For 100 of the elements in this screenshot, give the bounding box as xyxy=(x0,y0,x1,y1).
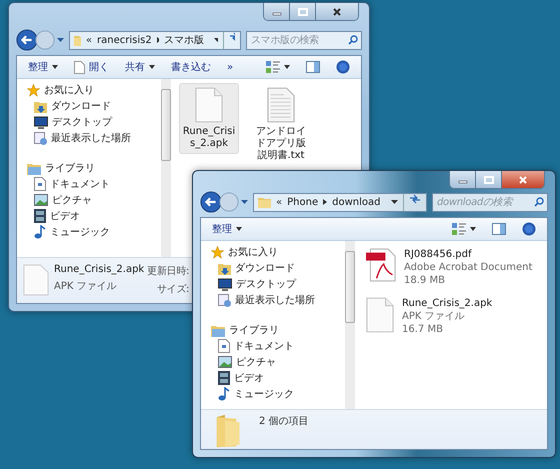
breadcrumb[interactable]: スマホ版 xyxy=(164,33,204,47)
caret-icon xyxy=(284,65,290,69)
caret-icon xyxy=(52,65,58,69)
document-icon xyxy=(218,339,230,353)
navigation-item[interactable]: ドキュメント xyxy=(27,176,161,192)
navigation-item[interactable]: デスクトップ xyxy=(211,276,345,292)
property-label: 更新日時: xyxy=(147,264,190,278)
view-list-icon xyxy=(452,223,466,235)
back-button[interactable] xyxy=(200,191,222,213)
forward-button[interactable] xyxy=(35,30,55,50)
forward-button[interactable] xyxy=(219,192,239,212)
library-folder-icon xyxy=(27,162,41,174)
file-item[interactable]: アンドロイドアプリ版説明書.txt xyxy=(251,83,311,166)
pdf-file-icon xyxy=(366,248,396,282)
breadcrumb[interactable]: ranecrisis2 xyxy=(97,34,152,46)
maximize-icon xyxy=(298,8,308,16)
help-icon xyxy=(336,60,350,74)
breadcrumb[interactable]: Phone xyxy=(287,196,318,208)
file-item[interactable]: RJ088456.pdf Adobe Acrobat Document 18.9 MB xyxy=(365,247,537,288)
navigation-item[interactable]: お気に入り xyxy=(27,82,161,98)
navigation-item[interactable]: ミュージック xyxy=(211,386,345,402)
navigation-item[interactable]: ダウンロード xyxy=(211,260,345,276)
breadcrumb[interactable]: download xyxy=(332,196,380,208)
toolbar-button[interactable]: » xyxy=(220,60,240,74)
search-field[interactable]: スマホ版の検索 xyxy=(246,30,362,50)
minimize-button[interactable] xyxy=(450,171,476,188)
file-type: APK ファイル xyxy=(54,280,118,293)
close-button[interactable] xyxy=(316,3,358,20)
file-item[interactable]: Rune_Crisis_2.apk xyxy=(179,83,239,154)
scrollbar[interactable] xyxy=(161,79,171,257)
library-folder-icon xyxy=(211,324,225,336)
file-icon xyxy=(366,297,394,333)
view-list-icon xyxy=(266,61,280,73)
navigation-item[interactable]: ミュージック xyxy=(27,224,161,240)
music-note-icon xyxy=(218,387,230,401)
scrollbar[interactable] xyxy=(345,241,355,409)
file-icon xyxy=(195,87,223,123)
back-button[interactable] xyxy=(16,29,38,51)
navigation-item[interactable]: ライブラリ xyxy=(211,322,345,338)
file-name: アンドロイドアプリ版説明書.txt xyxy=(255,126,307,162)
navigation-item[interactable]: ピクチャ xyxy=(211,354,345,370)
help-icon xyxy=(522,222,536,236)
file-name: Rune_Crisis_2.apk xyxy=(54,264,144,275)
overflow-chevron[interactable]: « xyxy=(86,34,92,46)
toolbar-button[interactable]: 書き込む xyxy=(164,58,218,76)
file-icon xyxy=(23,264,49,296)
document-icon xyxy=(34,177,46,191)
document-icon xyxy=(74,60,85,74)
file-name: Rune_Crisis_2.apk xyxy=(402,297,492,310)
close-icon xyxy=(518,176,528,184)
toolbar-button[interactable]: 整理 xyxy=(205,220,249,238)
close-icon xyxy=(332,8,342,16)
search-icon[interactable] xyxy=(348,34,358,44)
breadcrumb-arrow-icon[interactable] xyxy=(156,37,159,43)
search-icon[interactable] xyxy=(534,196,544,206)
navigation-item[interactable]: お気に入り xyxy=(211,244,345,260)
pane-icon xyxy=(306,61,320,73)
file-size: 18.9 MB xyxy=(404,274,446,287)
toolbar-button[interactable]: 開く xyxy=(67,58,116,76)
minimize-button[interactable] xyxy=(264,3,290,20)
recent-places-icon xyxy=(218,294,231,306)
navigation-item[interactable]: ライブラリ xyxy=(27,160,161,176)
caret-icon[interactable] xyxy=(241,200,248,204)
search-field[interactable]: downloadの検索 xyxy=(432,192,548,212)
navigation-item[interactable]: ドキュメント xyxy=(211,338,345,354)
navigation-item[interactable]: 最近表示した場所 xyxy=(211,292,345,308)
address-bar[interactable]: « ranecrisis2 スマホ版 xyxy=(69,30,241,50)
folder-icon xyxy=(258,196,271,208)
address-bar[interactable]: « Phone download xyxy=(253,192,427,212)
file-size: 16.7 MB xyxy=(402,323,444,336)
maximize-button[interactable] xyxy=(290,3,316,20)
file-item[interactable]: Rune_Crisis_2.apk APK ファイル 16.7 MB xyxy=(365,296,537,337)
navigation-item[interactable]: ビデオ xyxy=(211,370,345,386)
navigation-item[interactable]: ピクチャ xyxy=(27,192,161,208)
download-folder-icon xyxy=(34,100,47,112)
navigation-item[interactable]: 最近表示した場所 xyxy=(27,130,161,146)
navigation-item[interactable]: ビデオ xyxy=(27,208,161,224)
file-type: Adobe Acrobat Document xyxy=(404,261,532,274)
file-name: Rune_Crisis_2.apk xyxy=(182,126,236,150)
breadcrumb-arrow-icon[interactable] xyxy=(323,199,328,205)
overflow-chevron[interactable]: « xyxy=(276,196,282,208)
pane-icon xyxy=(492,223,506,235)
star-icon xyxy=(211,246,224,258)
caret-icon[interactable] xyxy=(391,200,398,204)
toolbar-button[interactable]: 共有 xyxy=(118,58,162,76)
navigation-item[interactable]: ダウンロード xyxy=(27,98,161,114)
recent-places-icon xyxy=(34,132,47,144)
close-button[interactable] xyxy=(502,171,544,188)
property-label: サイズ: xyxy=(156,283,190,296)
toolbar-button[interactable]: 整理 xyxy=(21,58,65,76)
star-icon xyxy=(27,84,40,96)
film-icon xyxy=(34,209,46,223)
caret-icon[interactable] xyxy=(214,38,218,42)
picture-icon xyxy=(34,194,48,206)
folder-icon xyxy=(74,34,81,46)
item-count: 2 個の項目 xyxy=(259,415,309,429)
file-name: RJ088456.pdf xyxy=(404,248,473,261)
maximize-button[interactable] xyxy=(476,171,502,188)
film-icon xyxy=(218,371,230,385)
navigation-item[interactable]: デスクトップ xyxy=(27,114,161,130)
